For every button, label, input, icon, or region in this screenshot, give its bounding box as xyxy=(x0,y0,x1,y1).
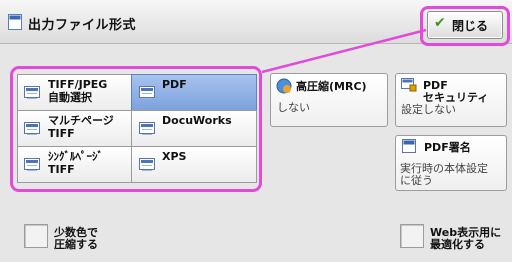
checkmark-icon: ✔ xyxy=(434,15,446,31)
format-single-page-line2: TIFF xyxy=(48,163,75,176)
format-xps-label: XPS xyxy=(162,150,187,163)
single-page-tiff-icon xyxy=(24,158,40,171)
tiff-jpeg-icon xyxy=(24,86,40,99)
web-optimize-label-line2: 最適化する xyxy=(430,238,485,251)
pdf-security-value: 設定しない xyxy=(401,103,456,116)
compression-title: 高圧縮(MRC) xyxy=(296,80,367,93)
format-single-page-line1: ｼﾝｸﾞﾙﾍﾟｰｼﾞ xyxy=(48,150,103,163)
reduce-colors-label-line2: 圧縮する xyxy=(54,238,98,251)
pdf-signature-value-line2: に従う xyxy=(400,174,433,187)
reduce-colors-checkbox[interactable] xyxy=(24,224,48,248)
format-docuworks-label: DocuWorks xyxy=(162,114,232,127)
format-tiff-jpeg-line1: TIFF/JPEG xyxy=(48,78,108,91)
pdf-signature-title: PDF署名 xyxy=(424,141,471,154)
close-button-label: 閉じる xyxy=(452,19,489,33)
format-tiff-jpeg-line2: 自動選択 xyxy=(48,91,92,104)
page-title: 出力ファイル形式 xyxy=(28,18,137,33)
pdf-icon xyxy=(139,86,155,99)
pdf-security-icon xyxy=(401,78,417,92)
format-pdf-label: PDF xyxy=(162,78,187,91)
xps-icon xyxy=(139,158,155,171)
multipage-tiff-icon xyxy=(24,122,40,135)
format-multipage-line1: マルチページ xyxy=(48,114,114,127)
compression-value: しない xyxy=(277,101,310,114)
format-multipage-line2: TIFF xyxy=(48,127,75,140)
compression-icon xyxy=(276,78,292,94)
web-optimize-checkbox[interactable] xyxy=(400,224,424,248)
document-icon xyxy=(8,14,22,30)
pdf-signature-icon xyxy=(402,139,416,153)
docuworks-icon xyxy=(139,122,155,135)
